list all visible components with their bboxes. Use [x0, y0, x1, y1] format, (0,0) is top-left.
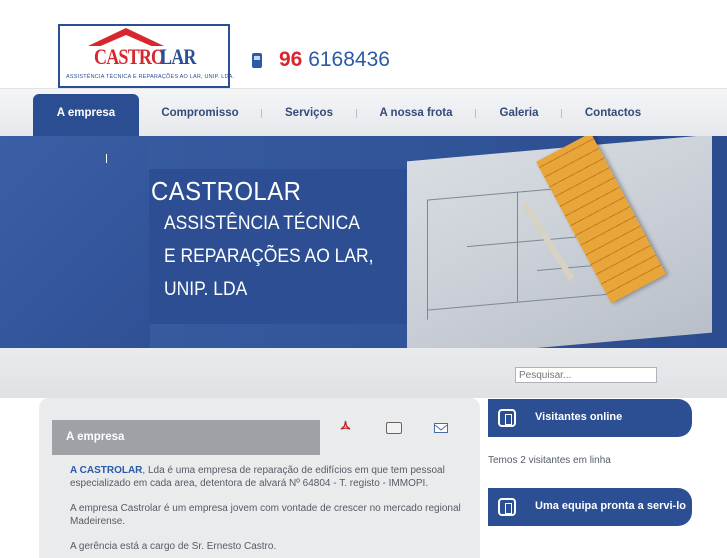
company-name-highlight: A CASTROLAR: [70, 465, 143, 476]
nav-item-servicos[interactable]: Serviços: [272, 89, 346, 137]
paragraph-text: A empresa Castrolar é um empresa jovem c…: [70, 503, 461, 527]
visitors-count-text: Temos 2 visitantes em linha: [488, 455, 611, 466]
banner-line-2: E REPARAÇÕES AO LAR,: [164, 246, 374, 267]
phone-digits: 6168436: [308, 48, 390, 71]
phone-icon: [252, 53, 262, 68]
main-nav: A empresa Compromisso Serviços A nossa f…: [0, 88, 727, 137]
logo-name-blue: LAR: [160, 44, 196, 69]
team-ready-header: Uma equipa pronta a servi-lo: [488, 488, 692, 526]
nav-separator: [561, 109, 562, 118]
nav-item-a-empresa[interactable]: A empresa: [33, 94, 139, 137]
nav-item-frota[interactable]: A nossa frota: [368, 89, 464, 137]
nav-item-galeria[interactable]: Galeria: [488, 89, 550, 137]
article-title: A empresa: [66, 431, 125, 443]
phone-prefix: 96: [279, 48, 303, 71]
nav-item-contactos[interactable]: Contactos: [574, 89, 652, 137]
hero-banner: CASTROLAR ASSISTÊNCIA TÉCNICA E REPARAÇÕ…: [0, 136, 727, 348]
article-paragraph-1: A CASTROLAR, Lda é uma empresa de repara…: [70, 464, 470, 490]
visitors-online-title: Visitantes online: [535, 411, 623, 423]
logo-name-red: CASTRO: [94, 44, 165, 69]
email-icon[interactable]: [434, 423, 448, 433]
team-ready-title: Uma equipa pronta a servi-lo: [535, 500, 686, 512]
banner-marker: [106, 154, 107, 163]
visitors-online-header: Visitantes online: [488, 399, 692, 437]
banner-background: [0, 136, 150, 348]
document-icon: [498, 409, 516, 427]
phone-number: 96 6168436: [279, 48, 390, 72]
nav-separator: [261, 109, 262, 118]
banner-line-3: UNIP. LDA: [164, 279, 248, 300]
nav-separator: [475, 109, 476, 118]
banner-line-1: ASSISTÊNCIA TÉCNICA: [164, 213, 360, 234]
search-input[interactable]: [515, 367, 657, 383]
logo[interactable]: CASTRO LAR ASSISTÊNCIA TÉCNICA E REPARAÇ…: [58, 24, 234, 88]
paragraph-text: A gerência está a cargo de Sr. Ernesto C…: [70, 541, 277, 552]
print-icon[interactable]: [386, 422, 402, 434]
banner-title: CASTROLAR: [151, 176, 302, 206]
article-paragraph-3: A gerência está a cargo de Sr. Ernesto C…: [70, 540, 470, 553]
article-paragraph-2: A empresa Castrolar é um empresa jovem c…: [70, 502, 470, 528]
pdf-icon[interactable]: [340, 420, 351, 433]
document-icon: [498, 498, 516, 516]
nav-separator: [356, 109, 357, 118]
nav-item-compromisso[interactable]: Compromisso: [150, 89, 250, 137]
logo-subtitle: ASSISTÊNCIA TÉCNICA E REPARAÇÕES AO LAR,…: [66, 74, 235, 80]
